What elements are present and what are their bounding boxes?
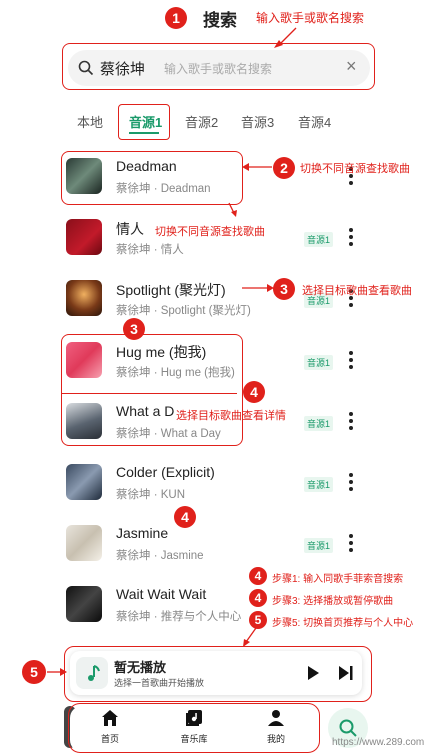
more-icon[interactable] [348, 534, 354, 555]
tab-source-4[interactable]: 音源4 [298, 112, 331, 131]
watermark: https://www.289.com [332, 737, 425, 748]
annotation-box-songs-4-5 [61, 334, 243, 446]
more-icon[interactable] [348, 351, 354, 372]
source-badge: 音源1 [304, 355, 334, 370]
annotation-badge-step1: 4 [249, 567, 267, 585]
annotation-text-step3: 步骤3: 选择播放或暂停歌曲 [272, 596, 394, 607]
annotation-arrow-2b [228, 202, 237, 217]
search-input[interactable]: 蔡徐坤 [100, 58, 145, 79]
clear-icon[interactable]: × [346, 56, 357, 77]
annotation-text-step1: 步骤1: 输入同歌手菲索音搜索 [272, 574, 404, 585]
annotation-badge-1: 1 [165, 7, 187, 29]
list-item[interactable]: Colder (Explicit) 蔡徐坤 · KUN 音源1 [66, 464, 386, 512]
annotation-badge-step3: 4 [249, 589, 267, 607]
song-subtitle: 蔡徐坤 · KUN [116, 489, 185, 501]
next-icon[interactable] [338, 665, 354, 681]
song-subtitle: 蔡徐坤 · Spotlight (聚光灯) [116, 305, 251, 317]
source-badge: 音源1 [304, 232, 334, 247]
song-subtitle: 蔡徐坤 · Jasmine [116, 550, 204, 562]
player-subtitle: 选择一首歌曲开始播放 [114, 678, 205, 688]
song-title: Spotlight (聚光灯) [116, 282, 226, 298]
annotation-badge-5: 5 [22, 660, 46, 684]
annotation-arrow-3 [242, 284, 274, 292]
song-title: 情人 [116, 221, 144, 237]
album-cover [66, 586, 102, 622]
annotation-text-3: 选择目标歌曲查看歌曲 [302, 285, 412, 297]
play-icon[interactable] [306, 665, 320, 681]
search-placeholder: 输入歌手或歌名搜索 [164, 62, 273, 76]
annotation-badge-4: 4 [243, 381, 265, 403]
list-item[interactable]: Jasmine 蔡徐坤 · Jasmine 音源1 [66, 525, 386, 573]
tab-source-3[interactable]: 音源3 [241, 112, 274, 131]
annotation-badge-4b: 4 [174, 506, 196, 528]
annotation-text-2: 切换不同音源查找歌曲 [300, 163, 410, 175]
tab-source-2[interactable]: 音源2 [185, 112, 218, 131]
player-title: 暂无播放 [114, 660, 167, 675]
album-cover [66, 525, 102, 561]
annotation-text-step5: 步骤5: 切换首页推荐与个人中心 [272, 618, 414, 629]
tab-local[interactable]: 本地 [77, 112, 103, 131]
search-icon [78, 60, 94, 76]
search-icon [339, 719, 357, 737]
annotation-badge-2: 2 [273, 157, 295, 179]
more-icon[interactable] [348, 473, 354, 494]
album-cover [66, 219, 102, 255]
annotation-box-nav [68, 703, 320, 753]
more-icon[interactable] [348, 412, 354, 433]
song-subtitle: 蔡徐坤 · 情人 [116, 244, 184, 256]
annotation-line-4 [62, 393, 237, 395]
annotation-arrow-5b [47, 668, 67, 676]
annotation-arrow-2 [242, 163, 272, 171]
album-cover [66, 464, 102, 500]
song-title: Wait Wait Wait [116, 586, 207, 602]
album-cover [66, 280, 102, 316]
search-bar[interactable]: 蔡徐坤 输入歌手或歌名搜索 × [68, 50, 370, 86]
source-badge: 音源1 [304, 416, 334, 431]
music-note-icon [76, 657, 108, 689]
annotation-box-tab [118, 104, 170, 140]
song-subtitle: 蔡徐坤 · 推荐与个人中心 [116, 611, 242, 623]
annotation-badge-3b: 3 [123, 318, 145, 340]
annotation-box-song-1 [61, 151, 243, 205]
song-title: Jasmine [116, 525, 169, 541]
annotation-arrow-5 [243, 627, 257, 647]
annotation-search-hint: 输入歌手或歌名搜索 [256, 11, 365, 25]
more-icon[interactable] [348, 228, 354, 249]
song-title: Colder (Explicit) [116, 464, 215, 480]
annotation-text-2b: 切换不同音源查找歌曲 [155, 226, 265, 238]
annotation-badge-3: 3 [273, 278, 295, 300]
annotation-text-4: 选择目标歌曲查看详情 [176, 410, 286, 422]
mini-player[interactable]: 暂无播放 选择一首歌曲开始播放 [70, 651, 362, 695]
source-badge: 音源1 [304, 538, 334, 553]
source-badge: 音源1 [304, 477, 334, 492]
page-title: 搜索 [203, 11, 237, 30]
